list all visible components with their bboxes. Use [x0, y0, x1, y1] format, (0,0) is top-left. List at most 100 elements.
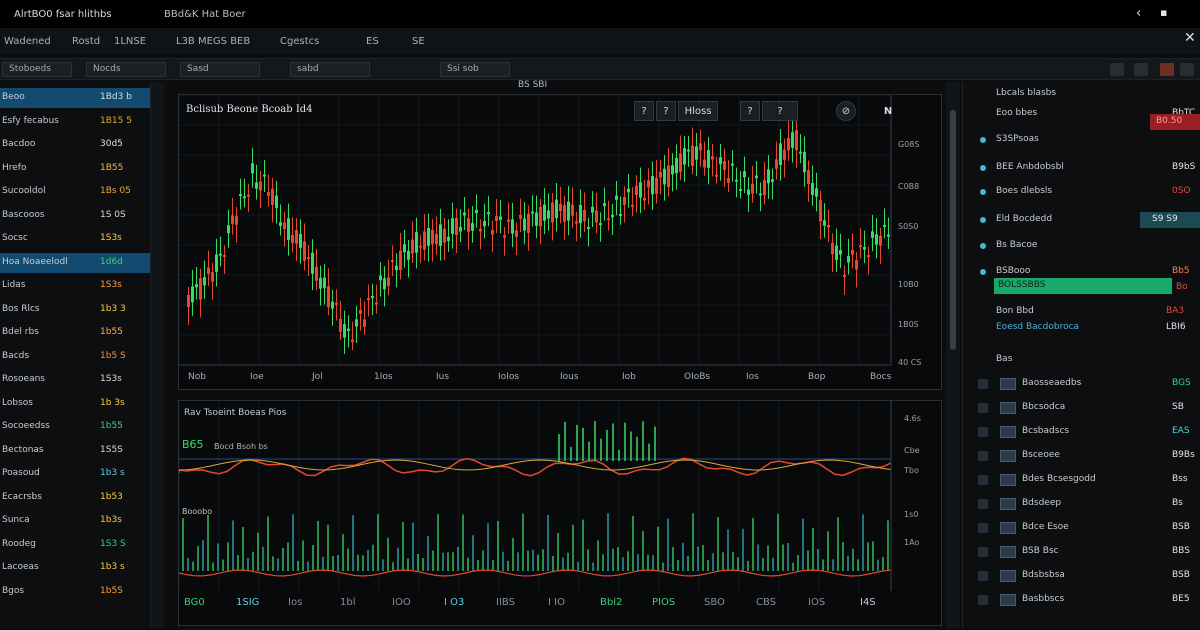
- list-item[interactable]: Bsceoee: [1022, 450, 1060, 460]
- close-icon[interactable]: ✕: [1184, 30, 1196, 46]
- panel-row-label[interactable]: Eoo bbes: [996, 108, 1037, 118]
- folder-icon: [1000, 498, 1016, 510]
- candle-body: [211, 272, 214, 282]
- panel-row-label[interactable]: S3SPsoas: [996, 134, 1039, 144]
- watchlist-row[interactable]: Socoeedss 1b55: [0, 417, 150, 437]
- panel-row-label[interactable]: BSBooo: [996, 266, 1030, 276]
- settings-icon[interactable]: ⊘: [836, 101, 856, 121]
- drawing-tool-icon[interactable]: N: [878, 101, 898, 121]
- right-scrollbar[interactable]: [946, 82, 960, 628]
- list-item[interactable]: BSB Bsc: [1022, 546, 1059, 556]
- list-item[interactable]: Bdsbsbsa: [1022, 570, 1065, 580]
- candle-body: [507, 219, 510, 222]
- watchlist-row[interactable]: Bectonas 1S5S: [0, 441, 150, 461]
- candle-body: [667, 165, 670, 187]
- candle-body: [607, 218, 610, 221]
- toolbar-icon[interactable]: [1134, 63, 1148, 76]
- list-item[interactable]: Baosseaedbs: [1022, 378, 1081, 388]
- x-axis-label: CBS: [756, 597, 777, 608]
- toolbar-field[interactable]: sabd: [290, 62, 370, 77]
- watchlist-row[interactable]: Bos Rlcs 1b3 3: [0, 300, 150, 320]
- candle-body: [735, 179, 738, 182]
- watchlist-row[interactable]: Esfy fecabus 1B15 5: [0, 112, 150, 132]
- watchlist-row[interactable]: Bdel rbs 1b55: [0, 323, 150, 343]
- watchlist-row[interactable]: Rosoeans 1S3s: [0, 370, 150, 390]
- menu-item[interactable]: ES: [366, 36, 379, 47]
- menu-item[interactable]: SE: [412, 36, 425, 47]
- watchlist-value: 1B55: [100, 162, 124, 173]
- toolbar-field[interactable]: Nocds: [86, 62, 166, 77]
- menu-item[interactable]: Cgestcs: [280, 36, 319, 47]
- menu-item[interactable]: 1LNSE: [114, 36, 146, 47]
- candle-body: [359, 310, 362, 314]
- y-axis-label: 1Ao: [904, 538, 920, 547]
- list-item-value: BE5: [1172, 594, 1190, 604]
- watchlist-row[interactable]: Bascooos 1S 0S: [0, 206, 150, 226]
- candle-body: [551, 202, 554, 223]
- chart-btn[interactable]: Hloss: [678, 101, 718, 121]
- watchlist-row[interactable]: Sucooldol 1Bs 05: [0, 182, 150, 202]
- watchlist-symbol: Bos Rlcs: [2, 303, 40, 314]
- candle-body: [483, 220, 486, 227]
- chart-btn[interactable]: ?: [740, 101, 760, 121]
- list-item[interactable]: Bdsdeep: [1022, 498, 1061, 508]
- watchlist-symbol: Hoa Noaeelodl: [2, 256, 68, 267]
- panel-row-label[interactable]: BEE Anbdobsbl: [996, 162, 1064, 172]
- list-item[interactable]: Basbbscs: [1022, 594, 1064, 604]
- price-badge: S9 S9: [1140, 212, 1200, 228]
- list-item[interactable]: Bdes Bcsesgodd: [1022, 474, 1096, 484]
- watchlist-row[interactable]: Socsc 1S3s: [0, 229, 150, 249]
- window-icon[interactable]: ▪: [1160, 6, 1167, 19]
- candle-body: [875, 234, 878, 245]
- menu-item[interactable]: Wadened: [4, 36, 51, 47]
- toolbar-icon[interactable]: [1180, 63, 1194, 76]
- toolbar-field[interactable]: Sasd: [180, 62, 260, 77]
- panel-row-label[interactable]: Eld Bocdedd: [996, 214, 1052, 224]
- watchlist-value: 1b3s: [100, 515, 122, 525]
- folder-icon: [1000, 426, 1016, 438]
- candle-body: [403, 244, 406, 253]
- panel-row-label[interactable]: Boes dlebsls: [996, 186, 1052, 196]
- watchlist-row[interactable]: Hoa Noaeelodl 1d6d: [0, 252, 150, 273]
- candle-body: [279, 222, 282, 227]
- chart-btn[interactable]: ?: [634, 101, 654, 121]
- watchlist-row[interactable]: Lobsos 1b 3s: [0, 394, 150, 414]
- list-item[interactable]: Bdce Esoe: [1022, 522, 1069, 532]
- watchlist-row[interactable]: Roodeg 1S3 S: [0, 535, 150, 555]
- watchlist-row[interactable]: Ecacrsbs 1b53: [0, 488, 150, 508]
- toolbar-field[interactable]: Stoboeds: [2, 62, 72, 77]
- candle-body: [587, 226, 590, 229]
- list-item-icon: [978, 547, 988, 557]
- indicator-chart[interactable]: [178, 401, 943, 627]
- candle-body: [659, 171, 662, 178]
- candle-body: [787, 137, 790, 151]
- panel-row-label[interactable]: Bs Bacoe: [996, 240, 1037, 250]
- order-label: Bon Bbd: [996, 306, 1034, 316]
- chart-btn[interactable]: ?: [656, 101, 676, 121]
- toolbar-icon[interactable]: [1110, 63, 1124, 76]
- list-item[interactable]: Bcsbadscs: [1022, 426, 1069, 436]
- back-arrow-icon[interactable]: ‹: [1136, 6, 1141, 21]
- record-icon[interactable]: [1160, 63, 1174, 76]
- candlestick-chart[interactable]: [178, 94, 943, 391]
- watchlist-scrollbar[interactable]: [150, 82, 164, 628]
- scroll-thumb[interactable]: [950, 110, 956, 350]
- menu-item[interactable]: Rostd: [72, 36, 100, 47]
- watchlist-row[interactable]: Poasoud 1b3 s: [0, 464, 150, 484]
- candle-body: [299, 233, 302, 248]
- watchlist-row[interactable]: Lidas 1S3s: [0, 276, 150, 296]
- chart-btn[interactable]: ?: [762, 101, 798, 121]
- candle-body: [679, 153, 682, 172]
- toolbar-field[interactable]: Ssi sob: [440, 62, 510, 77]
- watchlist-row[interactable]: Bgos 1b5S: [0, 582, 150, 602]
- watchlist-row[interactable]: Bacds 1b5 S: [0, 347, 150, 367]
- watchlist-row[interactable]: Bacdoo 30d5: [0, 135, 150, 155]
- candle-body: [391, 260, 394, 263]
- watchlist-row[interactable]: Beoo 1Bd3 b: [0, 88, 150, 108]
- list-item[interactable]: Bbcsodca: [1022, 402, 1065, 412]
- app-subtitle: BBd&K Hat Boer: [164, 8, 246, 20]
- menu-item[interactable]: L3B MEGS BEB: [176, 36, 250, 47]
- watchlist-row[interactable]: Hrefo 1B55: [0, 159, 150, 179]
- watchlist-row[interactable]: Lacoeas 1b3 s: [0, 558, 150, 578]
- watchlist-row[interactable]: Sunca 1b3s: [0, 511, 150, 531]
